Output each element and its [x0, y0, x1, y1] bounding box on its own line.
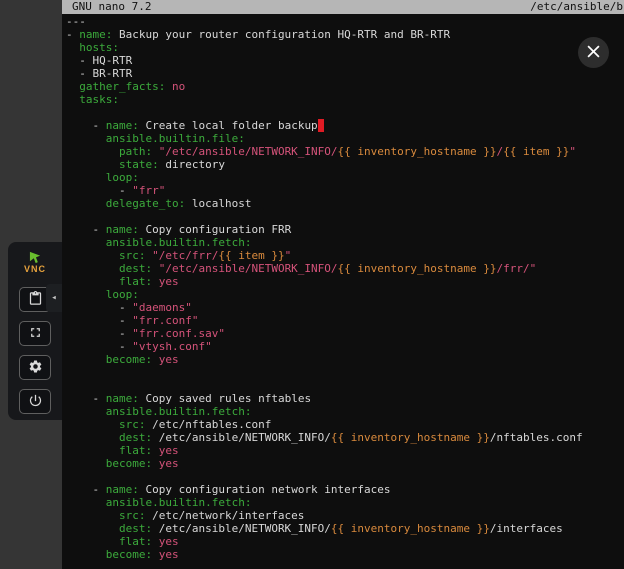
editor-line: - name: Create local folder backup [66, 119, 624, 132]
editor-line: dest: /etc/ansible/NETWORK_INFO/{{ inven… [66, 522, 624, 535]
close-icon [587, 45, 600, 61]
novnc-logo-text: VNC [24, 264, 46, 274]
editor-line: src: /etc/nftables.conf [66, 418, 624, 431]
editor-line: - name: Copy saved rules nftables [66, 392, 624, 405]
editor-line: - BR-RTR [66, 67, 624, 80]
close-button[interactable] [578, 37, 609, 68]
editor-line: - name: Backup your router configuration… [66, 28, 624, 41]
editor-line [66, 210, 624, 223]
editor-line: src: "/etc/frr/{{ item }}" [66, 249, 624, 262]
editor-line: ansible.builtin.file: [66, 132, 624, 145]
editor-line: - "vtysh.conf" [66, 340, 624, 353]
editor-line: flat: yes [66, 444, 624, 457]
power-icon [28, 393, 43, 411]
editor-line: - HQ-RTR [66, 54, 624, 67]
editor-line: - "frr" [66, 184, 624, 197]
editor-line: dest: /etc/ansible/NETWORK_INFO/{{ inven… [66, 431, 624, 444]
novnc-logo: VNC [13, 246, 57, 278]
editor-line: path: "/etc/ansible/NETWORK_INFO/{{ inve… [66, 145, 624, 158]
nano-file-path: /etc/ansible/b [530, 0, 623, 14]
vnc-control-panel: VNC [8, 242, 62, 420]
editor-line: ansible.builtin.fetch: [66, 405, 624, 418]
editor-line [66, 106, 624, 119]
gear-icon [28, 359, 43, 377]
editor-line: flat: yes [66, 275, 624, 288]
editor-line: tasks: [66, 93, 624, 106]
text-cursor [318, 119, 325, 132]
editor-line: - "frr.conf.sav" [66, 327, 624, 340]
editor-line: - "daemons" [66, 301, 624, 314]
editor-line: src: /etc/network/interfaces [66, 509, 624, 522]
chevron-left-icon: ◂ [51, 293, 56, 303]
editor-line: become: yes [66, 353, 624, 366]
editor-content[interactable]: ---- name: Backup your router configurat… [66, 15, 624, 569]
nano-title-bar: GNU nano 7.2 /etc/ansible/b [62, 0, 624, 14]
editor-line: loop: [66, 288, 624, 301]
editor-line [66, 366, 624, 379]
editor-line: dest: "/etc/ansible/NETWORK_INFO/{{ inve… [66, 262, 624, 275]
editor-line: - name: Copy configuration network inter… [66, 483, 624, 496]
editor-line: --- [66, 15, 624, 28]
editor-line: gather_facts: no [66, 80, 624, 93]
editor-line: flat: yes [66, 535, 624, 548]
cursor-icon [29, 251, 42, 264]
editor-line: become: yes [66, 548, 624, 561]
fullscreen-icon [28, 325, 43, 343]
editor-line: - "frr.conf" [66, 314, 624, 327]
editor-line [66, 379, 624, 392]
editor-line: state: directory [66, 158, 624, 171]
editor-line: loop: [66, 171, 624, 184]
clipboard-icon [28, 291, 43, 309]
control-bar-handle[interactable]: ◂ [46, 284, 62, 312]
editor-line: - name: Copy configuration FRR [66, 223, 624, 236]
editor-line [66, 470, 624, 483]
fullscreen-button[interactable] [19, 321, 51, 346]
nano-version: GNU nano 7.2 [72, 0, 151, 14]
editor-line: hosts: [66, 41, 624, 54]
editor-line: ansible.builtin.fetch: [66, 496, 624, 509]
editor-line: become: yes [66, 457, 624, 470]
settings-button[interactable] [19, 355, 51, 380]
terminal[interactable]: GNU nano 7.2 /etc/ansible/b ---- name: B… [62, 0, 624, 569]
editor-line: delegate_to: localhost [66, 197, 624, 210]
vnc-sidebar: VNC ◂ [0, 0, 62, 569]
novnc-viewport: VNC ◂ GNU nano 7.2 /etc/ansible/b ---- n… [0, 0, 624, 569]
editor-line: ansible.builtin.fetch: [66, 236, 624, 249]
power-button[interactable] [19, 389, 51, 414]
